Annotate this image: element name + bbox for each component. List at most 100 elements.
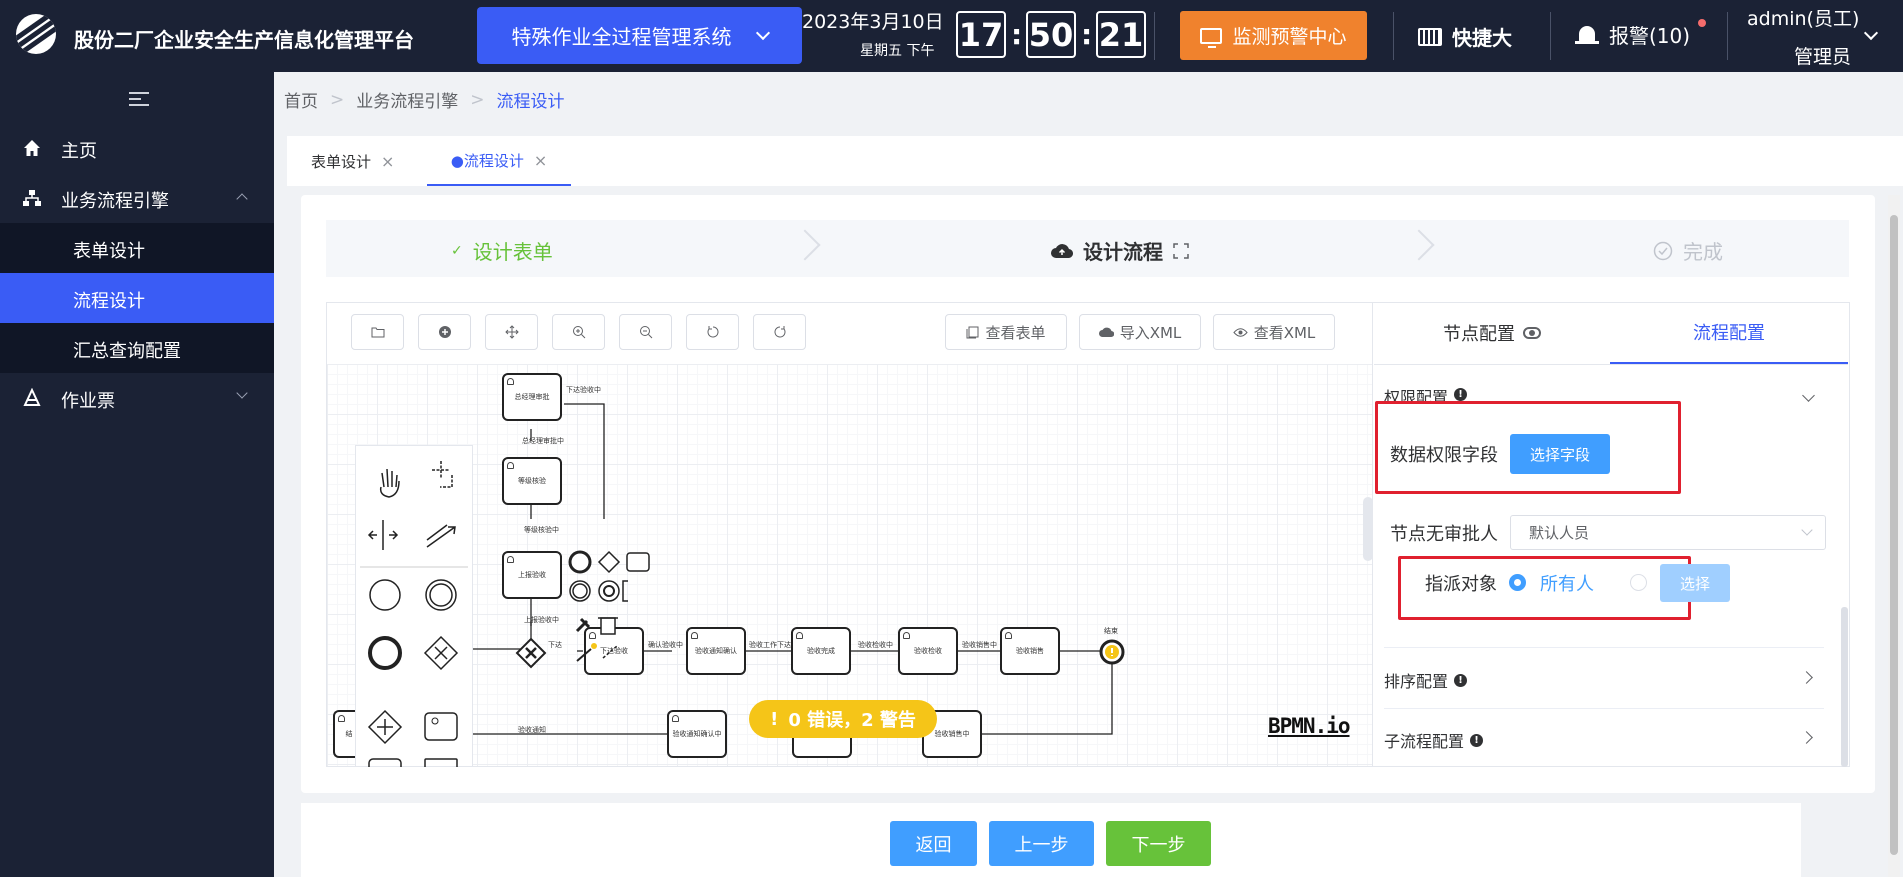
user-role: 管理员	[1794, 46, 1852, 68]
properties-scrollbar[interactable]	[1841, 607, 1848, 767]
chevron-right-icon: >	[470, 89, 485, 110]
info-icon: !	[1454, 673, 1468, 687]
cloud-upload-icon	[1098, 327, 1114, 337]
next-step-button[interactable]: 下一步	[1106, 821, 1211, 866]
prev-step-button[interactable]: 上一步	[989, 821, 1094, 866]
chevron-down-icon	[755, 25, 770, 41]
tab-form-design[interactable]: 表单设计 ×	[311, 136, 411, 186]
redo-button[interactable]	[753, 314, 806, 350]
view-xml-button[interactable]: 查看XML	[1213, 314, 1335, 350]
bpmn-task[interactable]: 上报验收	[502, 551, 562, 599]
divider	[1393, 12, 1394, 60]
alarm-badge-dot	[1698, 19, 1706, 27]
check-circle-icon	[1653, 241, 1673, 260]
create-new-button[interactable]	[418, 314, 471, 350]
close-icon[interactable]: ×	[381, 152, 394, 171]
page-scrollbar[interactable]	[1888, 195, 1900, 877]
assign-all-label[interactable]: 所有人	[1540, 570, 1594, 596]
no-approver-value: 默认人员	[1529, 524, 1590, 542]
quick-menu-button[interactable]: 快捷大	[1418, 22, 1512, 51]
assign-select-radio[interactable]	[1630, 574, 1647, 591]
exclusive-gateway-icon[interactable]	[515, 637, 547, 669]
open-file-button[interactable]	[351, 314, 404, 350]
home-icon	[24, 140, 40, 156]
bpmn-task-label: 验收检收	[914, 647, 942, 655]
bpmn-task[interactable]: 验收通知确认中	[667, 710, 727, 758]
flow-label: 上报验收中	[524, 616, 559, 624]
flow-label: 总经理审批中	[522, 437, 564, 445]
permission-config-header[interactable]: 权限配置 !	[1384, 386, 1468, 402]
bpmn-task[interactable]: 等级核验	[502, 457, 562, 505]
sort-config-header[interactable]: 排序配置 !	[1384, 668, 1468, 692]
select-field-button[interactable]: 选择字段	[1510, 434, 1610, 474]
back-button[interactable]: 返回	[890, 821, 977, 866]
step-label: 设计流程	[1083, 240, 1163, 264]
sidebar-item-summary-query[interactable]: 汇总查询配置	[0, 323, 274, 373]
clock-minutes: 50	[1026, 11, 1076, 58]
keyboard-icon	[1418, 27, 1442, 46]
bpmn-task[interactable]: 验收销售	[1000, 627, 1060, 675]
sidebar-item-form-design[interactable]: 表单设计	[0, 223, 274, 273]
app-title: 股份二厂企业安全生产信息化管理平台	[74, 28, 414, 52]
zoom-out-button[interactable]	[619, 314, 672, 350]
sidebar-item-workflow-engine[interactable]: 业务流程引擎	[0, 173, 274, 223]
import-xml-button[interactable]: 导入XML	[1079, 314, 1201, 350]
top-header: 股份二厂企业安全生产信息化管理平台 特殊作业全过程管理系统 2023年3月10日…	[0, 0, 1903, 72]
bpmn-task-label: 总经理审批	[514, 393, 550, 401]
fullscreen-icon[interactable]	[1173, 242, 1189, 259]
bpmn-task[interactable]: 验收通知确认	[686, 627, 746, 675]
check-icon: ✓	[451, 242, 463, 259]
breadcrumb-workflow-engine[interactable]: 业务流程引擎	[356, 87, 458, 112]
monitor-center-button[interactable]: 监测预警中心	[1180, 11, 1367, 60]
no-approver-select[interactable]: 默认人员	[1510, 515, 1826, 550]
subprocess-config-header[interactable]: 子流程配置 !	[1384, 728, 1484, 752]
flow-label: 下达	[548, 641, 562, 649]
bpmn-task-label: 验收销售中	[934, 730, 970, 738]
assign-all-radio[interactable]	[1509, 574, 1526, 591]
clock-hours: 17	[956, 11, 1006, 58]
ticket-icon	[23, 388, 41, 406]
step-design-flow: 设计流程	[1051, 236, 1189, 265]
bpmn-io-logo[interactable]: BPMN.io	[1268, 714, 1351, 738]
sidebar-item-flow-design[interactable]: 流程设计	[0, 273, 274, 323]
system-select-dropdown[interactable]: 特殊作业全过程管理系统	[477, 7, 802, 64]
chevron-down-icon	[236, 387, 248, 399]
clock-separator: :	[1081, 18, 1093, 51]
sidebar-item-work-ticket[interactable]: 作业票	[0, 373, 274, 423]
menu-collapse-icon[interactable]	[129, 91, 149, 107]
tab-label: ●流程设计	[450, 151, 524, 170]
alarm-button[interactable]: 报警(10)	[1575, 20, 1690, 49]
bpmn-context-pad[interactable]	[565, 546, 650, 671]
bpmn-task[interactable]: 验收检收	[898, 627, 958, 675]
step-arrow	[789, 229, 821, 261]
warning-icon: !	[770, 708, 779, 730]
user-menu-chevron-icon[interactable]	[1863, 25, 1879, 41]
bpmn-task-label: 等级核验	[518, 477, 546, 485]
tab-flow-config[interactable]: 流程配置	[1610, 302, 1848, 364]
undo-icon	[707, 326, 718, 338]
user-name[interactable]: admin(员工)	[1747, 4, 1859, 31]
close-icon[interactable]: ×	[534, 151, 547, 170]
breadcrumb: 首页 > 业务流程引擎 > 流程设计	[284, 87, 565, 113]
tab-flow-design[interactable]: ●流程设计 ×	[427, 136, 571, 186]
page-scrollbar-thumb[interactable]	[1890, 215, 1898, 855]
sidebar-item-label: 业务流程引擎	[61, 191, 169, 212]
sidebar: 主页 业务流程引擎 表单设计 流程设计 汇总查询配置 作业票	[0, 72, 274, 877]
bpmn-task[interactable]: 总经理审批	[502, 373, 562, 421]
breadcrumb-home[interactable]: 首页	[284, 87, 318, 112]
assign-select-button[interactable]: 选择	[1660, 564, 1730, 602]
chevron-right-icon: >	[330, 89, 345, 110]
flow-label: 验收工作下达	[749, 641, 791, 649]
undo-button[interactable]	[686, 314, 739, 350]
step-label: 设计表单	[472, 240, 553, 264]
view-form-button[interactable]: 查看表单	[945, 314, 1067, 350]
panel-resize-handle[interactable]	[1363, 497, 1373, 561]
zoom-in-button[interactable]	[552, 314, 605, 350]
chevron-down-icon	[1801, 524, 1813, 536]
move-canvas-button[interactable]	[485, 314, 538, 350]
validation-status-pill[interactable]: ! 0 错误，2 警告	[749, 700, 937, 738]
end-event-warning-icon[interactable]	[1098, 638, 1126, 666]
tab-node-config[interactable]: 节点配置	[1374, 302, 1610, 364]
sidebar-item-home[interactable]: 主页	[0, 123, 274, 173]
bpmn-task[interactable]: 验收完成	[791, 627, 851, 675]
